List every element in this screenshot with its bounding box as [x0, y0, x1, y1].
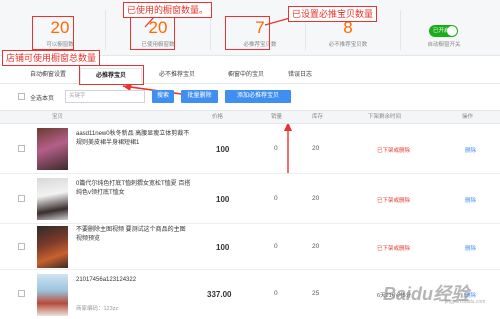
delete-link[interactable]: 删除: [465, 244, 476, 252]
item-merchant-code: 商家编码：123zz: [76, 306, 119, 312]
select-page-checkbox[interactable]: [18, 93, 25, 100]
row-checkbox[interactable]: [18, 145, 25, 152]
tab-must-not-recommend[interactable]: 必不推荐宝贝: [150, 68, 204, 84]
item-sales: 0: [274, 195, 278, 202]
toggle-label: 自动橱窗开关: [427, 42, 461, 48]
item-stock: 20: [312, 195, 320, 202]
delete-link[interactable]: 删除: [465, 146, 476, 154]
delete-link[interactable]: 删除: [465, 196, 476, 204]
tab-bar: 自动橱窗设置 必推荐宝贝 必不推荐宝贝 橱窗中的宝贝 错误日志: [0, 68, 500, 84]
item-stock: 20: [312, 243, 320, 250]
col-item: 宝贝: [52, 114, 64, 120]
add-must-recommend-button[interactable]: 添加必推荐宝贝: [225, 90, 291, 103]
item-sales: 0: [274, 145, 278, 152]
item-price: 337.00: [207, 290, 232, 299]
annotation-box-must: [225, 16, 270, 50]
item-sales: 0: [274, 243, 278, 250]
search-button[interactable]: 搜索: [152, 90, 174, 103]
item-thumbnail[interactable]: [37, 178, 68, 220]
tab-error-log[interactable]: 错误日志: [279, 68, 321, 84]
divider: [400, 10, 401, 50]
annotation-box-total: [32, 16, 74, 50]
item-thumbnail[interactable]: [37, 274, 68, 316]
divider: [105, 10, 106, 50]
item-price: 100: [216, 145, 230, 154]
tab-auto-window-settings[interactable]: 自动橱窗设置: [22, 68, 74, 84]
toggle-knob: [447, 26, 457, 36]
col-sales: 销量: [271, 114, 283, 120]
item-stock: 25: [312, 290, 320, 297]
item-price: 100: [216, 243, 230, 252]
row-checkbox[interactable]: [18, 290, 25, 297]
table-header: 宝贝 价格 销量 库存 下架剩余时间 操作: [0, 110, 500, 124]
annotation-box-tab: [79, 65, 144, 85]
select-page-label: 全选本页: [30, 96, 55, 102]
item-title[interactable]: 21017456a123124322: [76, 276, 191, 285]
item-title[interactable]: aasd11new0秋冬新品 高腰显瘦立体剪裁不规则美皮裙半身裙短裙1: [76, 130, 191, 148]
tab-items-in-window[interactable]: 橱窗中的宝贝: [219, 68, 273, 84]
annotation-used-label: 已使用的橱窗数量。: [123, 2, 213, 18]
annotation-must-label: 已设置必推宝贝数量: [288, 6, 378, 22]
item-thumbnail[interactable]: [37, 128, 68, 170]
table-row: 0篇代尔纯色打底T恤刺猬女宽松T恤夏 百搭纯色v领打底T恤女 100 0 20 …: [0, 174, 500, 224]
item-sales: 0: [274, 290, 278, 297]
table-row: 不要删除主图视频 要测试这个商品的主图视频预览 100 0 20 已下架或删除 …: [0, 224, 500, 270]
item-remaining: 已下架或删除: [377, 198, 411, 204]
item-price: 100: [216, 195, 230, 204]
item-title[interactable]: 不要删除主图视频 要测试这个商品的主图视频预览: [76, 226, 191, 244]
batch-delete-button[interactable]: 批量删除: [181, 90, 218, 103]
item-remaining: 已下架或删除: [377, 246, 411, 252]
item-remaining: 已下架或删除: [377, 148, 411, 154]
annotation-total-label: 店铺可使用橱窗总数量: [2, 50, 101, 66]
annotation-box-used: [130, 16, 175, 50]
col-remaining: 下架剩余时间: [368, 114, 402, 120]
col-action: 操作: [462, 114, 474, 120]
watermark-url: jingyan.baidu.com: [445, 299, 486, 305]
auto-window-toggle[interactable]: 已开启: [429, 25, 458, 37]
row-checkbox[interactable]: [18, 243, 25, 250]
item-stock: 20: [312, 145, 320, 152]
search-input[interactable]: 关键字: [65, 90, 145, 103]
toolbar: 全选本页 关键字 搜索 批量删除 添加必推荐宝贝: [0, 90, 500, 104]
stat-label: 必不推荐宝贝数: [328, 42, 368, 48]
item-thumbnail[interactable]: [37, 226, 68, 268]
col-stock: 库存: [312, 114, 324, 120]
item-title[interactable]: 0篇代尔纯色打底T恤刺猬女宽松T恤夏 百搭纯色v领打底T恤女: [76, 180, 191, 198]
table-row: aasd11new0秋冬新品 高腰显瘦立体剪裁不规则美皮裙半身裙短裙1 100 …: [0, 124, 500, 174]
col-price: 价格: [212, 114, 224, 120]
row-checkbox[interactable]: [18, 195, 25, 202]
